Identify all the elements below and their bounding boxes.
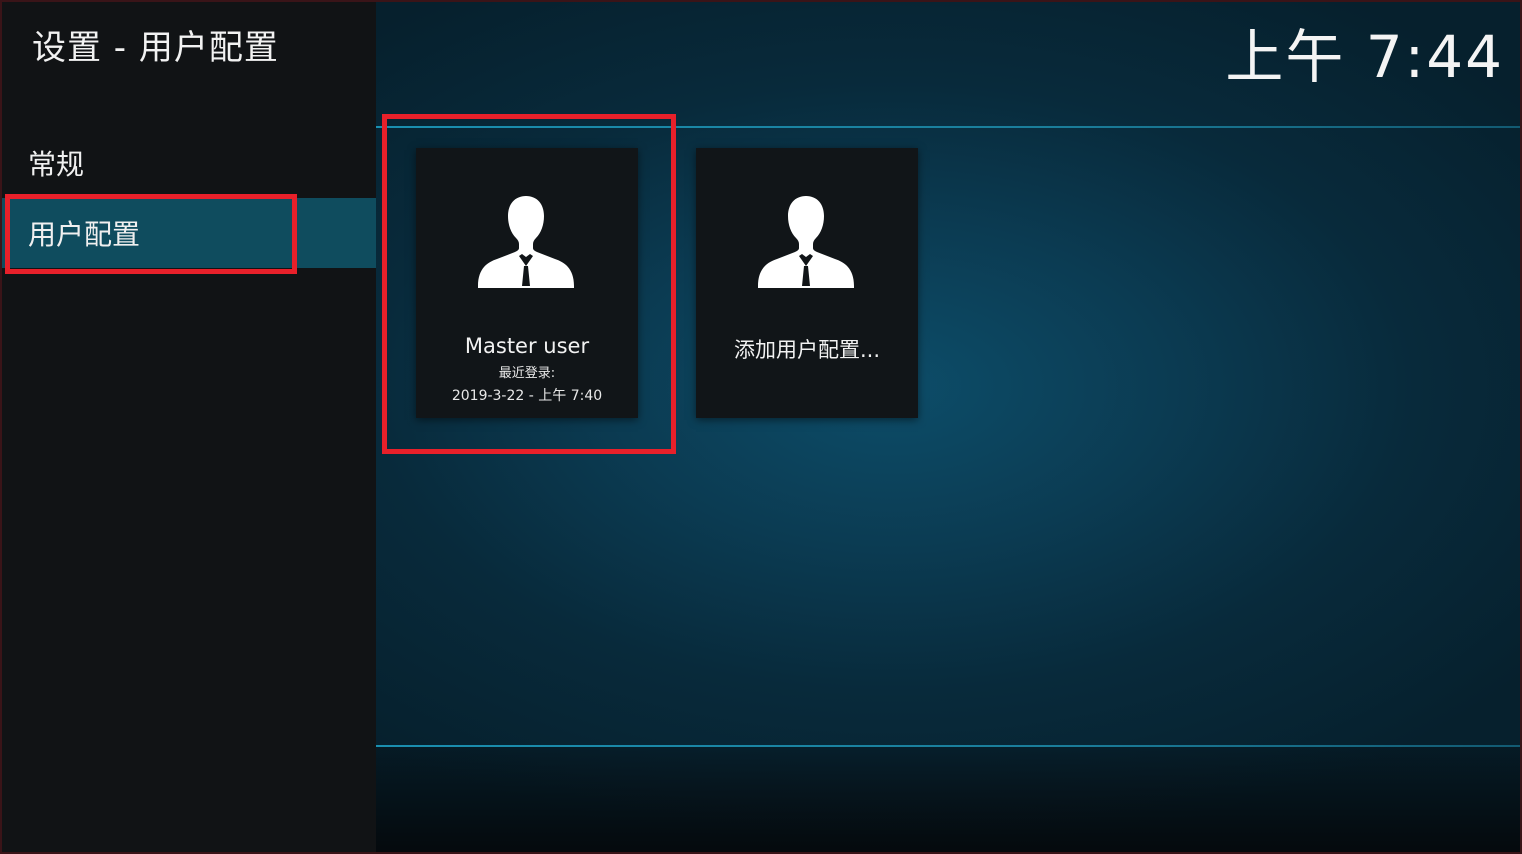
main-panel: 上午 7:44 Master user 最近登录: 2019-3-22 - 上午…	[376, 2, 1520, 852]
last-login-value: 2019-3-22 - 上午 7:40	[451, 388, 603, 404]
divider-bottom	[376, 745, 1520, 747]
sidebar-item-profiles[interactable]: 用户配置	[2, 198, 376, 268]
add-profile-tile[interactable]: 添加用户配置...	[696, 148, 918, 418]
user-icon	[478, 196, 574, 288]
profile-name: Master user	[464, 334, 590, 358]
sidebar-item-label: 用户配置	[28, 218, 141, 251]
page-title: 设置 - 用户配置	[32, 28, 279, 68]
profile-tile-master-user[interactable]: Master user 最近登录: 2019-3-22 - 上午 7:40	[416, 148, 638, 418]
sidebar-item-general[interactable]: 常规	[2, 128, 376, 198]
clock: 上午 7:44	[1225, 23, 1504, 91]
sidebar: 设置 - 用户配置 常规 用户配置	[2, 2, 376, 852]
user-icon	[758, 196, 854, 288]
divider-top	[376, 126, 1520, 128]
sidebar-item-label: 常规	[28, 148, 85, 181]
bottom-fade	[376, 746, 1520, 852]
screen: 设置 - 用户配置 常规 用户配置 上午 7:44 Master user 最近…	[0, 0, 1522, 854]
last-login-label: 最近登录:	[498, 366, 556, 381]
add-profile-label: 添加用户配置...	[733, 338, 881, 362]
